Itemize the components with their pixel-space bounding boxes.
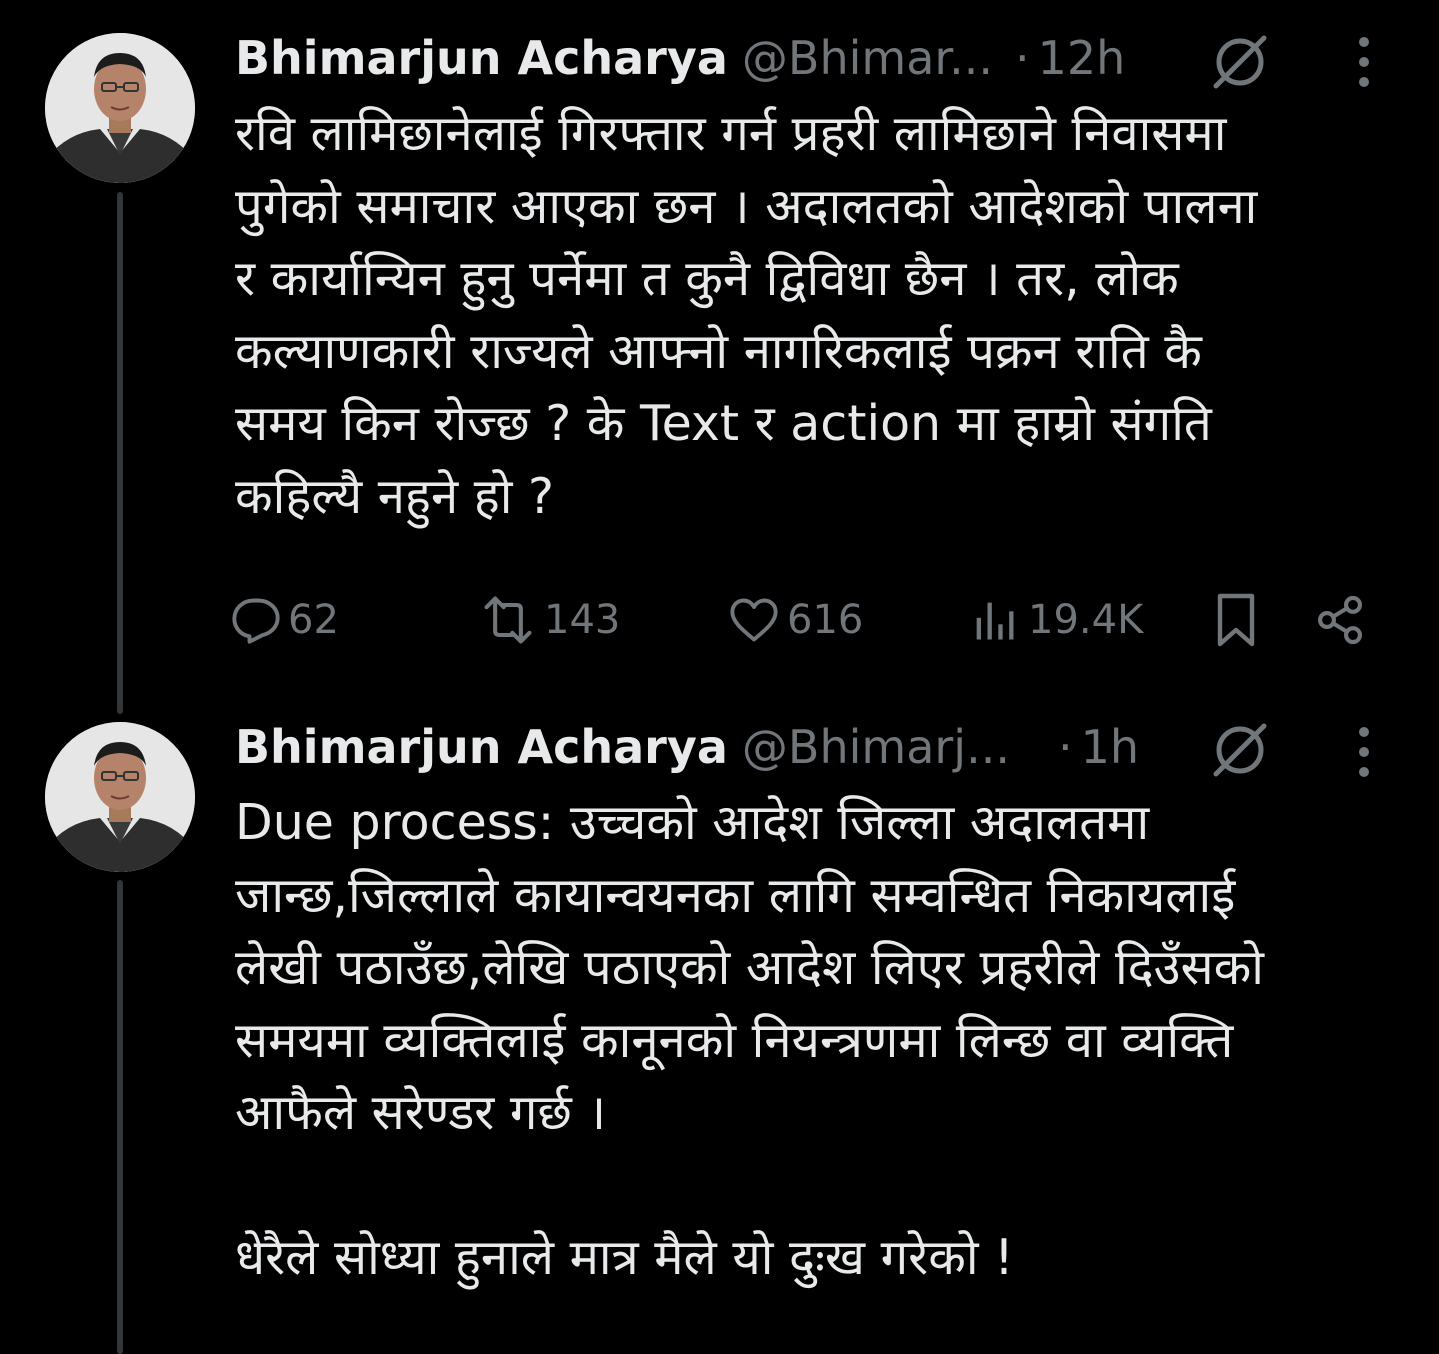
separator-dot: · [1014, 31, 1030, 85]
views-count: 19.4K [1028, 597, 1144, 643]
grok-icon[interactable] [1210, 32, 1270, 92]
repost-count: 143 [544, 597, 621, 643]
avatar[interactable] [45, 722, 195, 872]
reply-icon [232, 598, 280, 644]
author-handle[interactable]: @Bhimar... [742, 28, 993, 88]
tweet[interactable]: Bhimarjun Acharya @Bhimar... · 12h रवि लामि… [0, 0, 1439, 700]
separator-dot: · [1057, 720, 1073, 774]
views-icon [976, 602, 1014, 640]
more-icon[interactable] [1352, 36, 1376, 88]
repost-button[interactable]: 143 [478, 585, 620, 655]
avatar[interactable] [45, 33, 195, 183]
tweet-text: Due process: उच्चको आदेश जिल्ला अदालतमा … [235, 794, 1264, 1286]
bookmark-icon [1217, 593, 1255, 647]
tweet[interactable]: Bhimarjun Acharya @Bhimarj... · 1h Due proc… [0, 700, 1439, 1354]
grok-icon[interactable] [1210, 720, 1270, 780]
author-name[interactable]: Bhimarjun Acharya [235, 717, 728, 777]
heart-icon [730, 598, 778, 642]
share-button[interactable] [1314, 585, 1372, 655]
timestamp[interactable]: 12h [1038, 28, 1126, 88]
bookmark-button[interactable] [1212, 585, 1266, 655]
views-button[interactable]: 19.4K [966, 585, 1143, 655]
author-name[interactable]: Bhimarjun Acharya [235, 28, 728, 88]
like-button[interactable]: 616 [727, 585, 863, 655]
reply-count: 62 [288, 597, 339, 643]
reply-button[interactable]: 62 [230, 585, 339, 655]
action-bar: 62 143 616 19.4K [230, 585, 1410, 655]
share-icon [1318, 595, 1362, 645]
author-handle[interactable]: @Bhimarj... [742, 717, 1010, 777]
tweet-text: रवि लामिछानेलाई गिरफ्तार गर्न प्रहरी लाम… [235, 105, 1258, 525]
like-count: 616 [787, 597, 864, 643]
more-icon[interactable] [1352, 726, 1376, 778]
repost-icon [484, 596, 532, 644]
timestamp[interactable]: 1h [1081, 717, 1139, 777]
